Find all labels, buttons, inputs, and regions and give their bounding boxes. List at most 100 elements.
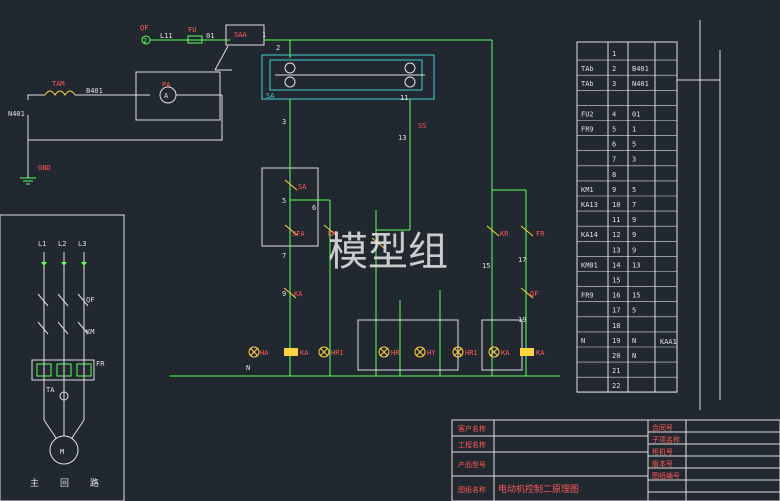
terminal-cell: 8 [612, 171, 616, 179]
lamp-6 [488, 346, 500, 358]
coil-1 [284, 348, 298, 356]
terminal-cell: 4 [612, 110, 616, 118]
terminal-cell: 5 [612, 126, 616, 134]
tb-contract: 合同号 [652, 423, 673, 432]
terminal-cell: N [581, 337, 585, 345]
lamp-3 [378, 346, 390, 358]
terminal-cell: 19 [612, 337, 620, 345]
terminal-cell: 14 [612, 261, 620, 269]
pa-label: PA [162, 81, 171, 89]
terminal-cell: B401 [632, 65, 649, 73]
tb-project: 工程名称 [458, 440, 486, 449]
tb-cabinet: 柜机号 [652, 447, 673, 456]
terminal-cell: 13 [632, 261, 640, 269]
lamp-label-2: KA [300, 349, 309, 357]
sa-block: SA 3 11 13 SS [261, 54, 435, 230]
terminal-cell: 9 [632, 231, 636, 239]
tb-number: 图纸编号 [652, 471, 680, 480]
main-circuit: L1 L2 L3 QF KM FR TA M 主 回 路 [0, 214, 125, 501]
motor-label: M [60, 448, 64, 456]
terminal-cell: FR9 [581, 292, 594, 300]
terminal-cell: 10 [612, 201, 620, 209]
sa-label: SA [266, 92, 275, 100]
terminal-cell: 17 [612, 307, 620, 315]
ammeter-a: A [164, 92, 169, 100]
ta-label: TA [46, 386, 55, 394]
terminal-cell: 11 [612, 216, 620, 224]
terminal-cell: 9 [632, 246, 636, 254]
num-1: 1 [262, 31, 266, 39]
n-label: N [246, 364, 250, 372]
tb-drawing-name: 电动机控制二原理图 [498, 483, 579, 495]
terminal-cell: 5 [632, 186, 636, 194]
terminal-cell: FU2 [581, 110, 594, 118]
num-19: 19 [518, 316, 526, 324]
lamp-label-1: HA [260, 349, 269, 357]
terminal-cell: 9 [612, 186, 616, 194]
terminal-cell: 7 [612, 156, 616, 164]
lamp-4 [414, 346, 426, 358]
terminal-cell: 12 [612, 231, 620, 239]
hui-label: 回 [60, 478, 69, 489]
n401-label: N401 [8, 110, 25, 118]
ss-label: SS [418, 122, 426, 130]
terminal-cell: 20 [612, 352, 620, 360]
qf-right-label: QF [530, 290, 538, 298]
lamp-label-6: HR1 [465, 349, 478, 357]
sfa-label: SFA [292, 230, 305, 238]
num-01: 01 [206, 32, 214, 40]
l1-label: L1 [38, 240, 46, 248]
terminal-cell: KA14 [581, 231, 598, 239]
terminal-cell: N [632, 337, 636, 345]
lamp-row: HA KA HR1 HR HY HR1 KA KA [170, 346, 560, 377]
terminal-cell: KM1 [581, 186, 594, 194]
tb-model: 产品型号 [458, 460, 486, 469]
terminal-cell: 1 [612, 50, 616, 58]
terminal-extra: KAA1 [660, 338, 677, 346]
saa-label: SAA [234, 31, 247, 39]
terminal-cell: TAb [581, 65, 594, 73]
terminal-cell: 3 [612, 80, 616, 88]
num-2: 2 [276, 44, 280, 52]
terminal-cell: 16 [612, 292, 620, 300]
lu-label: 路 [90, 477, 99, 489]
qf-label: QF [140, 24, 148, 32]
num-6: 6 [312, 204, 316, 212]
l2-label: L2 [58, 240, 66, 248]
lamp-1 [248, 346, 260, 358]
terminal-cell: 22 [612, 382, 620, 390]
tb-subitem: 子项名称 [652, 435, 680, 444]
watermark: 模型组 [328, 229, 448, 275]
tb-drawing: 图纸名称 [458, 485, 486, 494]
tb-version: 版本号 [652, 459, 673, 468]
tb-customer: 客户名称 [458, 424, 486, 433]
terminal-cell: 15 [612, 277, 620, 285]
terminal-cell: FR9 [581, 126, 594, 134]
fr-main-label: FR [96, 360, 105, 368]
km-main-label: KM [86, 328, 94, 336]
qf-main-label: QF [86, 296, 94, 304]
terminal-cell: 1 [632, 126, 636, 134]
terminal-cell: 18 [612, 322, 620, 330]
terminal-cell: 3 [632, 156, 636, 164]
terminal-cell: 15 [632, 292, 640, 300]
terminal-cell: 6 [612, 141, 616, 149]
lamp-label-7: KA [501, 349, 510, 357]
terminal-cell: 21 [612, 367, 620, 375]
fr-label: FR [536, 230, 545, 238]
gnd-label: GND [38, 164, 51, 172]
terminal-cell: N [632, 352, 636, 360]
num-9: 9 [282, 290, 286, 298]
ammeter-circuit: TAM B401 N401 PA A GND [8, 71, 223, 185]
l11-label: L11 [160, 32, 173, 40]
b401-label: B401 [86, 87, 103, 95]
terminal-cell: 01 [632, 110, 640, 118]
title-block: 客户名称 工程名称 产品型号 图纸名称 电动机控制二原理图 合同号 子项名称 柜… [451, 419, 780, 501]
terminal-cell: 13 [612, 246, 620, 254]
kr-label: KR [500, 230, 509, 238]
coil-2 [520, 348, 534, 356]
terminal-cell: 2 [612, 65, 616, 73]
lamp-label-3: HR1 [331, 349, 344, 357]
terminal-cell: KM01 [581, 261, 598, 269]
terminal-cell: KA13 [581, 201, 598, 209]
